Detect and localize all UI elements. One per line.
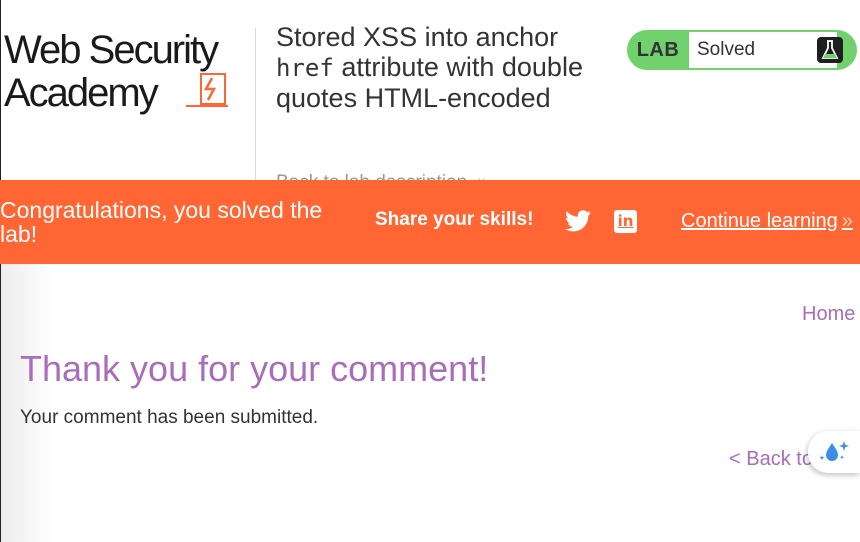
congratulations-message: Congratulations, you solved the lab! <box>0 197 323 247</box>
submission-message: Your comment has been submitted. <box>20 407 319 428</box>
linkedin-icon[interactable]: in <box>614 210 637 233</box>
home-link[interactable]: Home <box>802 303 855 326</box>
continue-learning-link[interactable]: Continue learning» <box>681 210 853 233</box>
page-header: Web Security Academy Stored XSS into anc… <box>0 0 860 193</box>
lab-title: Stored XSS into anchor href attribute wi… <box>276 22 616 113</box>
page-heading: Thank you for your comment! <box>20 348 489 389</box>
floating-extension-button[interactable] <box>808 431 860 473</box>
lab-status-text: Solved <box>697 39 756 60</box>
lab-status-box: Solved <box>689 32 837 68</box>
flask-icon <box>817 37 843 63</box>
share-skills-label: Share your skills! <box>375 209 534 230</box>
lab-title-prefix: Stored XSS into anchor <box>276 22 559 52</box>
left-shadow <box>0 264 54 542</box>
logo-bolt-icon <box>186 73 228 107</box>
logo-line1: Web Security <box>4 28 219 72</box>
double-chevron-right-icon: » <box>841 210 853 232</box>
window-left-border <box>0 0 1 542</box>
water-drop-sparkle-icon <box>819 441 849 461</box>
lab-title-code: href <box>276 54 334 82</box>
lab-solved-banner: Congratulations, you solved the lab! Sha… <box>0 180 860 264</box>
back-to-blog-link[interactable]: < Back to <box>729 448 813 471</box>
web-security-academy-logo[interactable]: Web Security Academy <box>4 26 254 121</box>
continue-learning-label: Continue learning <box>681 210 838 232</box>
header-divider <box>255 28 256 190</box>
twitter-icon[interactable] <box>565 210 591 234</box>
lab-status-widget: LAB Solved <box>627 30 857 70</box>
lab-tag: LAB <box>636 39 680 61</box>
logo-line2: Academy <box>4 71 159 115</box>
